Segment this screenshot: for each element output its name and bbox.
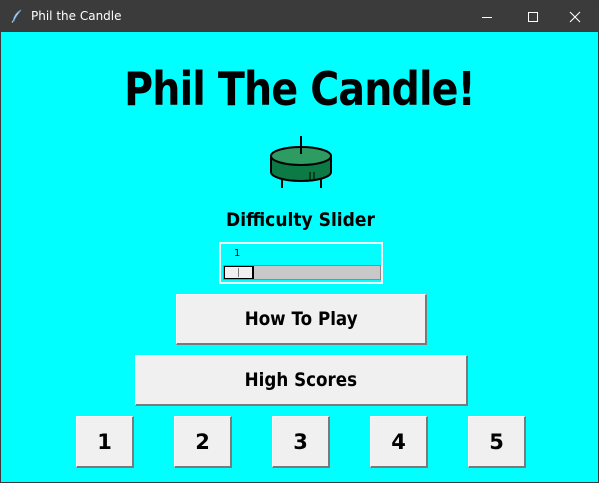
level-3-button[interactable]: 3 bbox=[272, 416, 330, 468]
close-icon bbox=[569, 11, 581, 22]
maximize-button[interactable] bbox=[510, 1, 556, 32]
level-3-label: 3 bbox=[293, 429, 308, 454]
level-2-label: 2 bbox=[195, 429, 210, 454]
candle-icon bbox=[270, 136, 332, 188]
level-4-button[interactable]: 4 bbox=[370, 416, 428, 468]
difficulty-slider[interactable]: 1 bbox=[219, 242, 383, 284]
level-1-button[interactable]: 1 bbox=[76, 416, 134, 468]
close-button[interactable] bbox=[552, 1, 598, 32]
level-2-button[interactable]: 2 bbox=[174, 416, 232, 468]
how-to-play-label: How To Play bbox=[244, 308, 358, 330]
slider-handle-grip bbox=[238, 268, 239, 277]
window-title: Phil the Candle bbox=[31, 9, 122, 23]
level-4-label: 4 bbox=[391, 429, 406, 454]
slider-value: 1 bbox=[234, 248, 241, 259]
high-scores-label: High Scores bbox=[244, 369, 358, 391]
how-to-play-button[interactable]: How To Play bbox=[176, 294, 427, 345]
level-5-button[interactable]: 5 bbox=[468, 416, 526, 468]
difficulty-slider-label: Difficulty Slider bbox=[226, 209, 375, 231]
maximize-icon bbox=[528, 11, 538, 22]
slider-trough[interactable] bbox=[223, 265, 381, 280]
slider-handle[interactable] bbox=[224, 266, 254, 279]
feather-icon bbox=[11, 9, 22, 23]
minimize-button[interactable] bbox=[464, 1, 510, 32]
level-1-label: 1 bbox=[97, 429, 112, 454]
game-title: Phil The Candle! bbox=[124, 62, 476, 116]
high-scores-button[interactable]: High Scores bbox=[135, 355, 468, 406]
level-5-label: 5 bbox=[489, 429, 504, 454]
app-window: Phil the Candle Phil The Candle! Difficu… bbox=[0, 0, 599, 483]
title-bar[interactable]: Phil the Candle bbox=[1, 1, 598, 32]
minimize-icon bbox=[482, 16, 492, 18]
